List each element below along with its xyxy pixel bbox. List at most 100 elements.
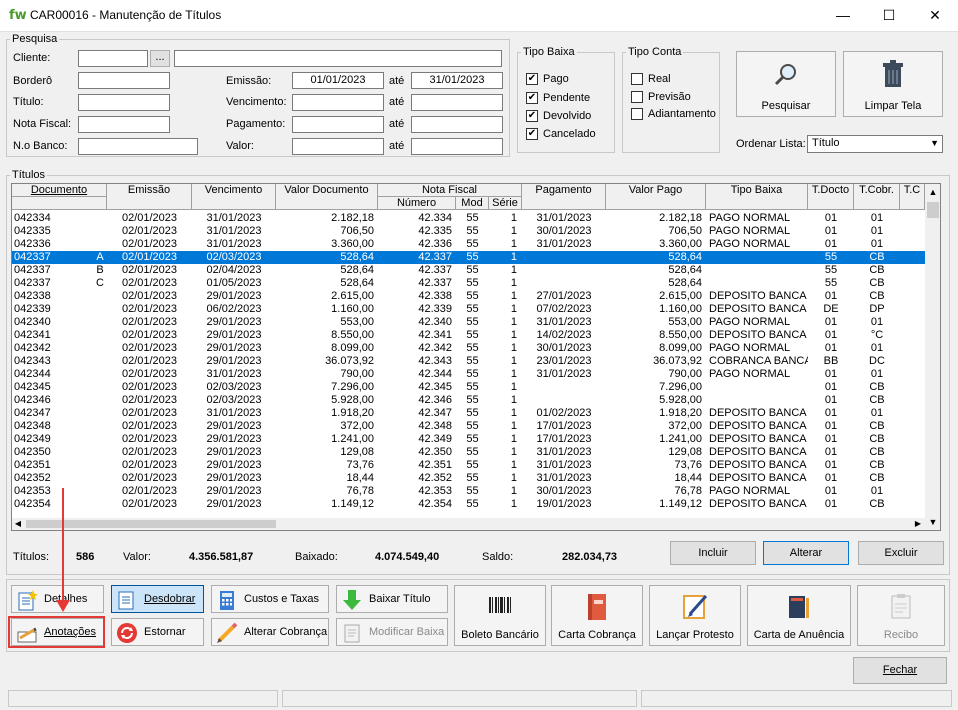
valor-to-input[interactable] — [411, 138, 503, 155]
table-row[interactable]: 042337 C 02/01/2023 01/05/2023 528,64 42.337 5… — [12, 277, 925, 290]
header-nota-fiscal[interactable]: Nota Fiscal — [378, 184, 522, 197]
alterar-button[interactable]: Alterar — [763, 541, 849, 565]
table-cell: 042352 — [14, 472, 51, 484]
estornar-button[interactable]: Estornar — [111, 618, 204, 646]
table-row[interactable]: 042336 02/01/2023 31/01/2023 3.360,00 42.336… — [12, 238, 925, 251]
lancar-protesto-button[interactable]: Lançar Protesto — [649, 585, 741, 646]
header-tcobr[interactable]: T.Cobr. — [854, 184, 900, 210]
vencimento-to-input[interactable] — [411, 94, 503, 111]
limpar-tela-button[interactable]: Limpar Tela — [843, 51, 943, 117]
pesquisar-button[interactable]: Pesquisar — [736, 51, 836, 117]
scroll-up-icon[interactable]: ▲ — [925, 184, 940, 200]
table-row[interactable]: 042345 02/01/2023 02/03/2023 7.296,00 42.345… — [12, 381, 925, 394]
table-cell: DEPOSITO BANCA — [709, 498, 807, 510]
carta-cobranca-button[interactable]: Carta Cobrança — [551, 585, 643, 646]
boleto-bancario-button[interactable]: Boleto Bancário — [454, 585, 546, 646]
fechar-button[interactable]: Fechar — [853, 657, 947, 684]
scroll-right-icon[interactable]: ▶ — [912, 518, 924, 530]
previsao-checkbox[interactable] — [631, 91, 643, 103]
table-row[interactable]: 042340 02/01/2023 29/01/2023 553,00 42.340 55… — [12, 316, 925, 329]
table-cell: 042342 — [14, 342, 51, 354]
table-row[interactable]: 042350 02/01/2023 29/01/2023 129,08 42.350 55… — [12, 446, 925, 459]
table-row[interactable]: 042354 02/01/2023 29/01/2023 1.149,12 42.354… — [12, 498, 925, 511]
table-row[interactable]: 042348 02/01/2023 29/01/2023 372,00 42.348 55… — [12, 420, 925, 433]
alterar-cobranca-button[interactable]: Alterar Cobrança — [211, 618, 329, 646]
minimize-button[interactable]: — — [820, 0, 866, 32]
scroll-down-icon[interactable]: ▼ — [925, 514, 940, 530]
nobanco-input[interactable] — [78, 138, 198, 155]
pago-checkbox[interactable]: ✔ — [526, 73, 538, 85]
table-cell: 1.918,20 — [659, 407, 702, 419]
table-row[interactable]: 042346 02/01/2023 02/03/2023 5.928,00 42.346… — [12, 394, 925, 407]
header-valor-documento[interactable]: Valor Documento — [276, 184, 378, 210]
real-checkbox[interactable] — [631, 73, 643, 85]
header-emissao[interactable]: Emissão — [107, 184, 192, 210]
trash-icon — [883, 60, 903, 87]
header-documento[interactable]: Documento — [12, 184, 107, 197]
titulos-grid[interactable]: Documento Emissão Vencimento Valor Docum… — [11, 183, 941, 531]
header-tipo-baixa[interactable]: Tipo Baixa — [706, 184, 808, 210]
modificar-baixa-button[interactable]: Modificar Baixa — [336, 618, 448, 646]
ordenar-lista-select[interactable]: Título ▼ — [807, 135, 943, 153]
horizontal-scrollbar[interactable]: ◀ ▶ — [12, 518, 925, 530]
header-tdocto[interactable]: T.Docto — [808, 184, 854, 210]
header-pagamento[interactable]: Pagamento — [522, 184, 606, 210]
carta-anuencia-button[interactable]: Carta de Anuência — [747, 585, 851, 646]
adiantamento-checkbox[interactable] — [631, 108, 643, 120]
desdobrar-button[interactable]: Desdobrar — [111, 585, 204, 613]
table-row[interactable]: 042341 02/01/2023 29/01/2023 8.550,00 42.341… — [12, 329, 925, 342]
table-row[interactable]: 042347 02/01/2023 31/01/2023 1.918,20 42.347… — [12, 407, 925, 420]
table-row[interactable]: 042338 02/01/2023 29/01/2023 2.615,00 42.338… — [12, 290, 925, 303]
table-row[interactable]: 042352 02/01/2023 29/01/2023 18,44 42.352 55 1… — [12, 472, 925, 485]
excluir-button[interactable]: Excluir — [858, 541, 944, 565]
cliente-name-input[interactable] — [174, 50, 502, 67]
vertical-scroll-thumb[interactable] — [927, 202, 939, 218]
table-cell: 042340 — [14, 316, 51, 328]
incluir-button[interactable]: Incluir — [670, 541, 756, 565]
header-valor-pago[interactable]: Valor Pago — [606, 184, 706, 210]
header-vencimento[interactable]: Vencimento — [192, 184, 276, 210]
table-row[interactable]: 042344 02/01/2023 31/01/2023 790,00 42.344 55… — [12, 368, 925, 381]
vencimento-from-input[interactable] — [292, 94, 384, 111]
emissao-from-input[interactable]: 01/01/2023 — [292, 72, 384, 89]
table-row[interactable]: 042337 A 02/01/2023 02/03/2023 528,64 42.337 5… — [12, 251, 925, 264]
header-tc[interactable]: T.C — [900, 184, 925, 210]
table-row[interactable]: 042349 02/01/2023 29/01/2023 1.241,00 42.349… — [12, 433, 925, 446]
table-row[interactable]: 042353 02/01/2023 29/01/2023 76,78 42.353 55 1… — [12, 485, 925, 498]
bordero-input[interactable] — [78, 72, 170, 89]
vertical-scrollbar[interactable]: ▲ ▼ — [925, 184, 940, 530]
valor-from-input[interactable] — [292, 138, 384, 155]
custos-taxas-button[interactable]: Custos e Taxas — [211, 585, 329, 613]
scroll-left-icon[interactable]: ◀ — [12, 518, 24, 530]
table-cell: 01 — [870, 485, 884, 497]
table-cell: 1 — [510, 290, 517, 302]
header-numero[interactable]: Número — [378, 197, 456, 210]
table-row[interactable]: 042334 02/01/2023 31/01/2023 2.182,18 42.334… — [12, 212, 925, 225]
table-row[interactable]: 042339 02/01/2023 06/02/2023 1.160,00 42.339… — [12, 303, 925, 316]
maximize-button[interactable]: ☐ — [866, 0, 912, 32]
cliente-code-input[interactable] — [78, 50, 148, 67]
header-serie[interactable]: Série — [489, 197, 522, 210]
pendente-checkbox[interactable]: ✔ — [526, 92, 538, 104]
titulo-input[interactable] — [78, 94, 170, 111]
devolvido-checkbox[interactable]: ✔ — [526, 110, 538, 122]
table-row[interactable]: 042335 02/01/2023 31/01/2023 706,50 42.335 55… — [12, 225, 925, 238]
emissao-to-input[interactable]: 31/01/2023 — [411, 72, 503, 89]
custos-taxas-label: Custos e Taxas — [244, 593, 320, 605]
table-row[interactable]: 042342 02/01/2023 29/01/2023 8.099,00 42.342… — [12, 342, 925, 355]
nota-fiscal-input[interactable] — [78, 116, 170, 133]
table-cell: 790,00 — [668, 368, 702, 380]
table-row[interactable]: 042351 02/01/2023 29/01/2023 73,76 42.351 55 1… — [12, 459, 925, 472]
recibo-button[interactable]: Recibo — [857, 585, 945, 646]
cancelado-checkbox[interactable]: ✔ — [526, 128, 538, 140]
header-mod[interactable]: Mod — [456, 197, 489, 210]
close-button[interactable]: ✕ — [912, 0, 958, 32]
valor-ate-label: até — [389, 140, 405, 152]
table-row[interactable]: 042337 B 02/01/2023 02/04/2023 528,64 42.337 5… — [12, 264, 925, 277]
pagamento-to-input[interactable] — [411, 116, 503, 133]
table-row[interactable]: 042343 02/01/2023 29/01/2023 36.073,92 42.34… — [12, 355, 925, 368]
baixar-titulo-button[interactable]: Baixar Título — [336, 585, 448, 613]
table-cell: 55 — [824, 251, 838, 263]
pagamento-from-input[interactable] — [292, 116, 384, 133]
cliente-lookup-button[interactable]: ... — [150, 50, 170, 67]
